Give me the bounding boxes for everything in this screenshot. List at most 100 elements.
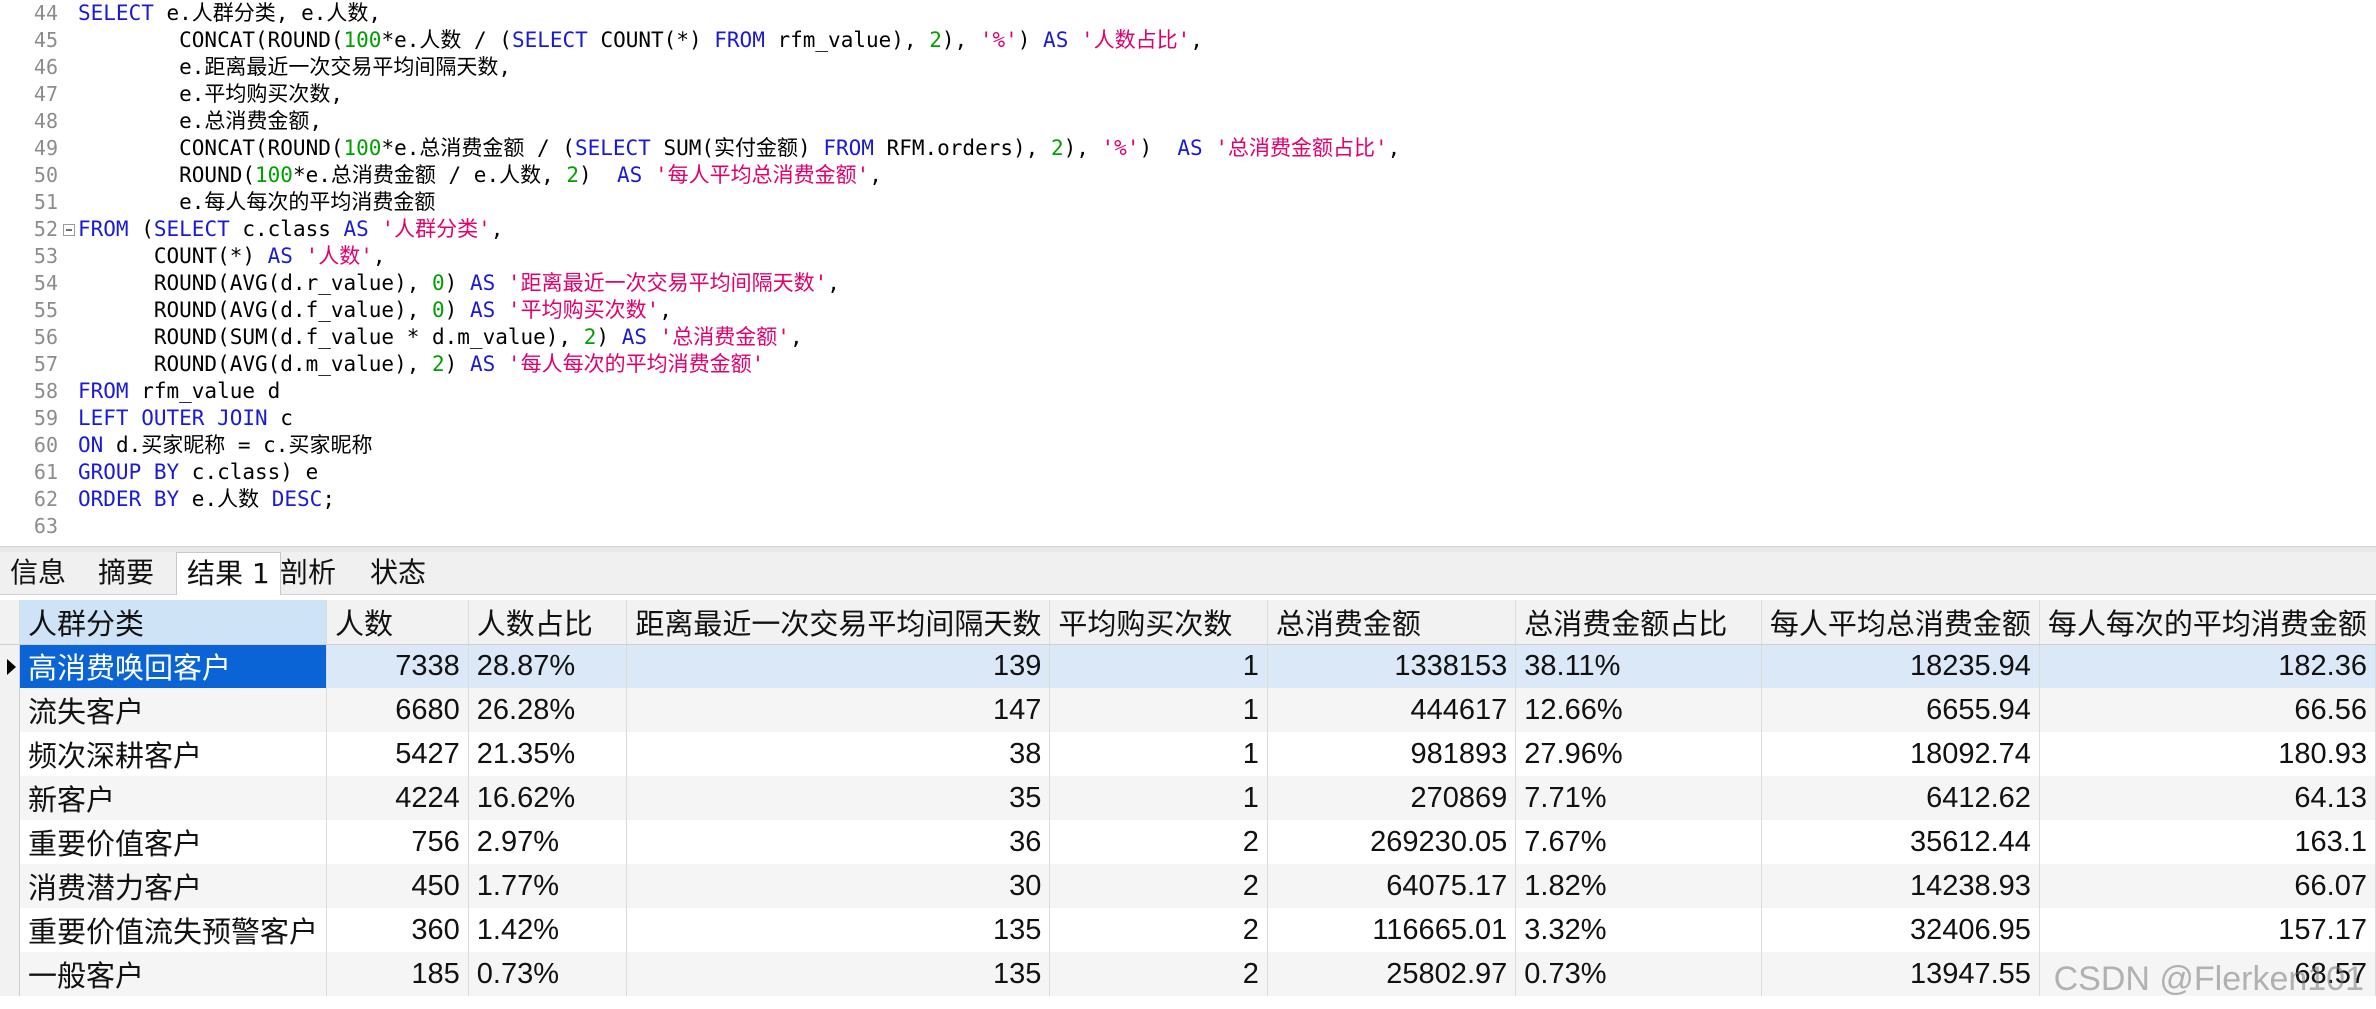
- column-header[interactable]: 每人每次的平均消费金额: [2039, 600, 2376, 645]
- table-cell[interactable]: 157.17: [2039, 908, 2376, 952]
- table-cell[interactable]: 185: [326, 952, 469, 996]
- column-header[interactable]: 每人平均总消费金额: [1761, 600, 2040, 645]
- row-indicator[interactable]: [0, 908, 20, 952]
- table-cell[interactable]: 1: [1049, 776, 1268, 820]
- table-cell[interactable]: 180.93: [2039, 732, 2376, 776]
- table-cell[interactable]: 26.28%: [468, 688, 628, 732]
- result-grid[interactable]: 人群分类 人数 人数占比 距离最近一次交易平均间隔天数 平均购买次数 总消费金额…: [0, 595, 2376, 1009]
- table-cell[interactable]: 444617: [1267, 688, 1517, 732]
- table-cell[interactable]: 消费潜力客户: [19, 864, 328, 908]
- table-cell[interactable]: 6412.62: [1761, 776, 2040, 820]
- table-cell[interactable]: 13947.55: [1761, 952, 2040, 996]
- table-cell[interactable]: 2: [1049, 908, 1268, 952]
- tab-profile[interactable]: 剖析: [270, 552, 346, 594]
- table-cell[interactable]: 6680: [326, 688, 469, 732]
- table-cell[interactable]: 38.11%: [1515, 644, 1762, 688]
- row-indicator[interactable]: [0, 776, 20, 820]
- table-cell[interactable]: 25802.97: [1267, 952, 1517, 996]
- table-cell[interactable]: 182.36: [2039, 644, 2376, 688]
- table-cell[interactable]: 38: [626, 732, 1051, 776]
- table-cell[interactable]: 27.96%: [1515, 732, 1762, 776]
- table-row[interactable]: 重要价值客户 756 2.97% 36 2 269230.05 7.67% 35612.44 1…: [0, 820, 2376, 864]
- table-row[interactable]: 重要价值流失预警客户 360 1.42% 135 2 116665.01 3.32% 3240…: [0, 908, 2376, 952]
- table-row[interactable]: 新客户 4224 16.62% 35 1 270869 7.71% 6412.62 64.13: [0, 776, 2376, 820]
- table-cell[interactable]: 0.73%: [1515, 952, 1762, 996]
- table-cell[interactable]: 1: [1049, 644, 1268, 688]
- table-cell[interactable]: 269230.05: [1267, 820, 1517, 864]
- table-row[interactable]: 频次深耕客户 5427 21.35% 38 1 981893 27.96% 18092.74 1…: [0, 732, 2376, 776]
- table-cell[interactable]: 2: [1049, 952, 1268, 996]
- table-cell[interactable]: 1.82%: [1515, 864, 1762, 908]
- table-cell[interactable]: 66.56: [2039, 688, 2376, 732]
- table-cell[interactable]: 163.1: [2039, 820, 2376, 864]
- table-cell[interactable]: 重要价值流失预警客户: [19, 908, 328, 952]
- column-header[interactable]: 距离最近一次交易平均间隔天数: [626, 600, 1051, 645]
- table-cell[interactable]: 21.35%: [468, 732, 628, 776]
- table-cell[interactable]: 30: [626, 864, 1051, 908]
- table-cell[interactable]: 64.13: [2039, 776, 2376, 820]
- table-row[interactable]: 消费潜力客户 450 1.77% 30 2 64075.17 1.82% 14238.93 66…: [0, 864, 2376, 908]
- table-cell[interactable]: 7338: [326, 644, 469, 688]
- table-cell[interactable]: 5427: [326, 732, 469, 776]
- table-cell[interactable]: 新客户: [19, 776, 328, 820]
- table-cell[interactable]: 高消费唤回客户: [19, 644, 328, 688]
- table-cell[interactable]: 66.07: [2039, 864, 2376, 908]
- table-cell[interactable]: 4224: [326, 776, 469, 820]
- table-cell[interactable]: 16.62%: [468, 776, 628, 820]
- tab-status[interactable]: 状态: [360, 552, 436, 594]
- row-indicator[interactable]: [0, 732, 20, 776]
- table-cell[interactable]: 3.32%: [1515, 908, 1762, 952]
- table-cell[interactable]: 流失客户: [19, 688, 328, 732]
- fold-collapse-icon[interactable]: [63, 224, 75, 236]
- table-cell[interactable]: 139: [626, 644, 1051, 688]
- row-indicator[interactable]: [0, 820, 20, 864]
- table-cell[interactable]: 981893: [1267, 732, 1517, 776]
- column-header[interactable]: 总消费金额: [1267, 600, 1517, 645]
- table-cell[interactable]: 一般客户: [19, 952, 328, 996]
- table-cell[interactable]: 135: [626, 908, 1051, 952]
- sql-editor[interactable]: 44 SELECT e.人群分类, e.人数, 45 CONCAT(ROUND(10…: [0, 0, 2376, 546]
- table-cell[interactable]: 0.73%: [468, 952, 628, 996]
- table-cell[interactable]: 28.87%: [468, 644, 628, 688]
- table-cell[interactable]: 1: [1049, 688, 1268, 732]
- table-row[interactable]: 高消费唤回客户 7338 28.87% 139 1 1338153 38.11% 18235.…: [0, 644, 2376, 688]
- table-cell[interactable]: 1: [1049, 732, 1268, 776]
- tab-result-1[interactable]: 结果 1: [176, 552, 281, 595]
- column-header[interactable]: 人数占比: [468, 600, 628, 645]
- row-indicator[interactable]: [0, 688, 20, 732]
- row-indicator[interactable]: [0, 952, 20, 996]
- column-header[interactable]: 人数: [326, 600, 469, 645]
- table-cell[interactable]: 64075.17: [1267, 864, 1517, 908]
- column-header[interactable]: 人群分类: [19, 600, 328, 645]
- row-indicator[interactable]: [0, 864, 20, 908]
- table-cell[interactable]: 2.97%: [468, 820, 628, 864]
- table-cell[interactable]: 35: [626, 776, 1051, 820]
- table-row[interactable]: 一般客户 185 0.73% 135 2 25802.97 0.73% 13947.55 68.…: [0, 952, 2376, 996]
- table-cell[interactable]: 270869: [1267, 776, 1517, 820]
- table-cell[interactable]: 35612.44: [1761, 820, 2040, 864]
- tab-summary[interactable]: 摘要: [88, 552, 164, 594]
- table-cell[interactable]: 7.67%: [1515, 820, 1762, 864]
- table-cell[interactable]: 重要价值客户: [19, 820, 328, 864]
- table-cell[interactable]: 6655.94: [1761, 688, 2040, 732]
- table-cell[interactable]: 1338153: [1267, 644, 1517, 688]
- table-cell[interactable]: 36: [626, 820, 1051, 864]
- table-cell[interactable]: 116665.01: [1267, 908, 1517, 952]
- column-header[interactable]: 总消费金额占比: [1515, 600, 1762, 645]
- table-cell[interactable]: 7.71%: [1515, 776, 1762, 820]
- table-row[interactable]: 流失客户 6680 26.28% 147 1 444617 12.66% 6655.94 66.…: [0, 688, 2376, 732]
- table-cell[interactable]: 1.77%: [468, 864, 628, 908]
- row-indicator[interactable]: [0, 644, 20, 688]
- column-header[interactable]: 平均购买次数: [1049, 600, 1268, 645]
- table-cell[interactable]: 135: [626, 952, 1051, 996]
- table-cell[interactable]: 2: [1049, 820, 1268, 864]
- table-cell[interactable]: 1.42%: [468, 908, 628, 952]
- table-cell[interactable]: 频次深耕客户: [19, 732, 328, 776]
- table-cell[interactable]: 18235.94: [1761, 644, 2040, 688]
- table-cell[interactable]: 32406.95: [1761, 908, 2040, 952]
- table-cell[interactable]: 147: [626, 688, 1051, 732]
- table-cell[interactable]: 450: [326, 864, 469, 908]
- table-cell[interactable]: 18092.74: [1761, 732, 2040, 776]
- table-cell[interactable]: 756: [326, 820, 469, 864]
- tab-info[interactable]: 信息: [0, 552, 76, 594]
